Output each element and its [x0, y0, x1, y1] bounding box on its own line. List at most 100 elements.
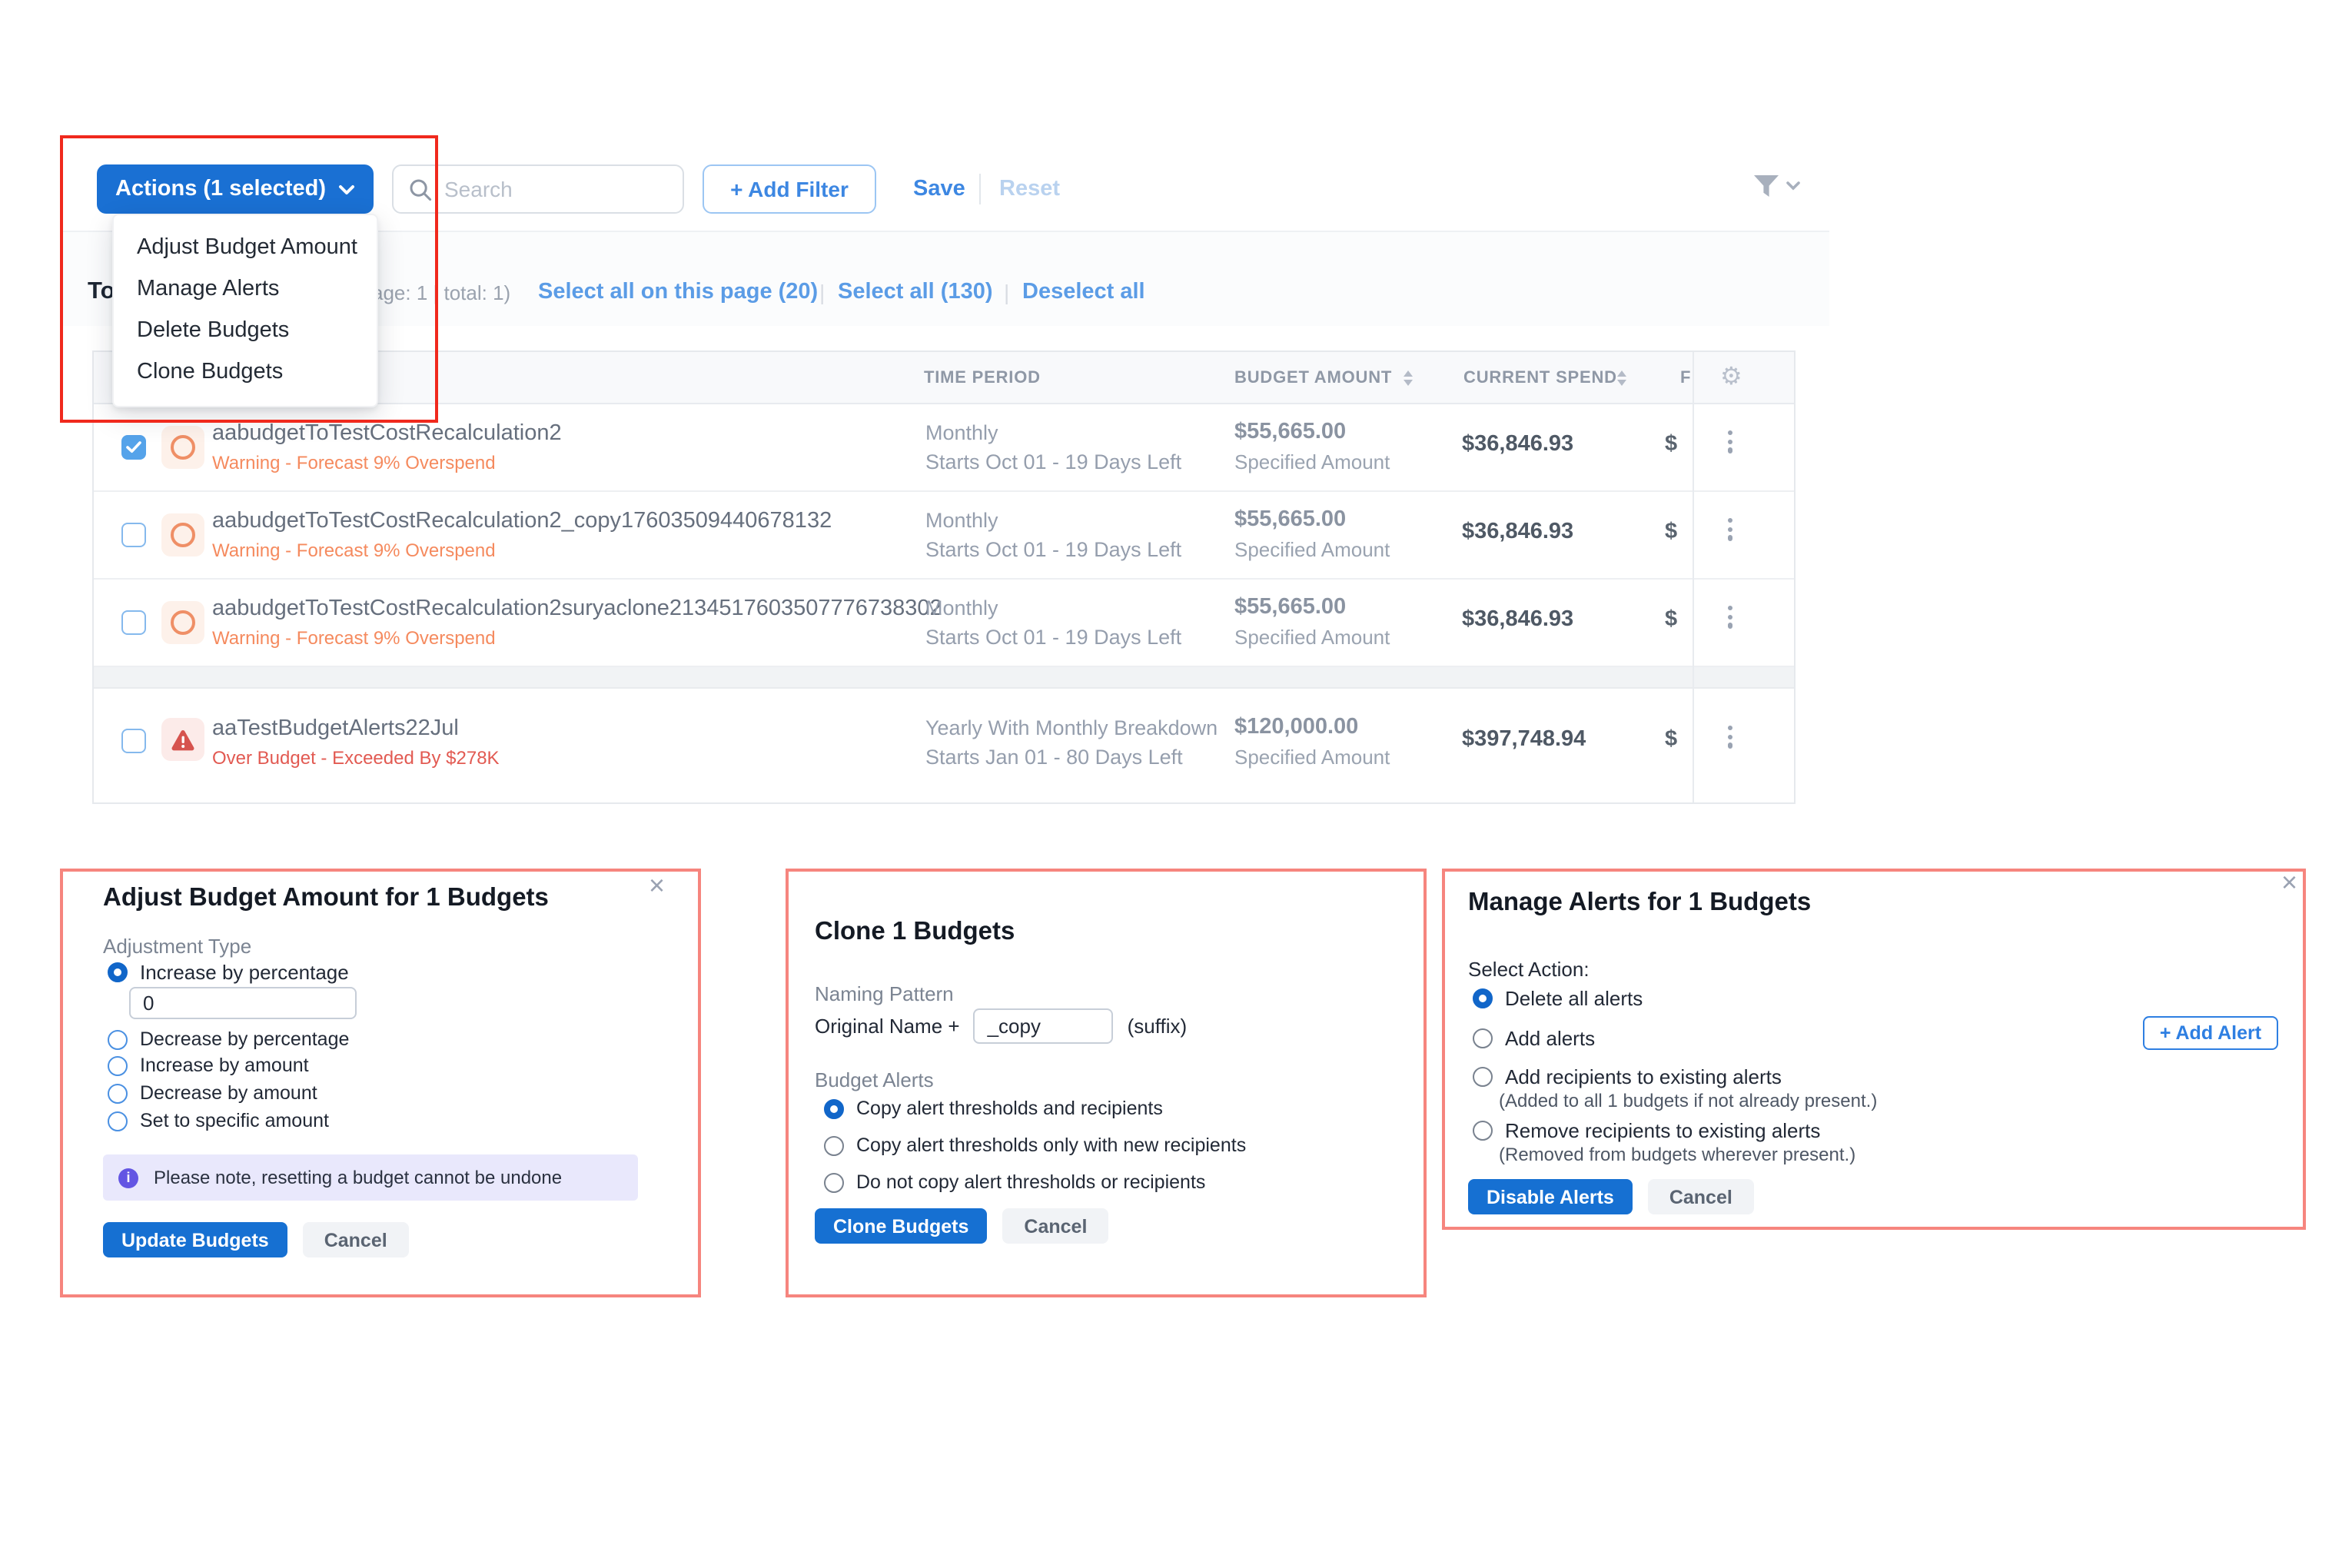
select-all-link[interactable]: Select all (130)	[838, 280, 993, 304]
menu-item-adjust-budget-amount[interactable]: Adjust Budget Amount	[114, 228, 377, 269]
budget-warning-status-icon	[161, 513, 204, 556]
row-checkbox-checked[interactable]	[121, 435, 146, 460]
menu-item-clone-budgets[interactable]: Clone Budgets	[114, 352, 377, 394]
time-period-detail: Starts Oct 01 - 19 Days Left	[925, 450, 1181, 473]
header-current-spend: CURRENT SPEND	[1463, 369, 1617, 387]
search-icon	[409, 178, 432, 201]
update-budgets-button[interactable]: Update Budgets	[103, 1222, 287, 1257]
budget-amount: $55,665.00	[1234, 420, 1346, 444]
forecast-truncated-value: $	[1665, 727, 1677, 752]
radio-add-recipients[interactable]: Add recipients to existing alerts	[1473, 1065, 1782, 1088]
budget-status-text: Warning - Forecast 9% Overspend	[212, 540, 496, 561]
current-spend: $36,846.93	[1462, 520, 1573, 544]
filter-funnel-button[interactable]	[1752, 174, 1800, 198]
budget-status-text: Warning - Forecast 9% Overspend	[212, 452, 496, 473]
radio-set-to-specific-amount[interactable]: Set to specific amount	[108, 1110, 329, 1131]
reset-filter-link[interactable]: Reset	[999, 177, 1060, 201]
table-row: aabudgetToTestCostRecalculation2 Warning…	[94, 404, 1794, 492]
radio-icon	[108, 1055, 128, 1075]
row-checkbox[interactable]	[121, 729, 146, 753]
forecast-truncated-value: $	[1665, 520, 1677, 544]
check-icon	[126, 441, 141, 453]
radio-icon	[108, 1083, 128, 1103]
sort-icon[interactable]	[1617, 370, 1626, 386]
radio-selected-icon	[108, 962, 128, 982]
budget-name: aabudgetToTestCostRecalculation2suryaclo…	[212, 596, 942, 621]
budget-amount: $120,000.00	[1234, 715, 1358, 739]
radio-decrease-by-amount[interactable]: Decrease by amount	[108, 1082, 317, 1104]
actions-dropdown-button[interactable]: Actions (1 selected)	[97, 164, 374, 214]
radio-copy-thresholds-new-recipients[interactable]: Copy alert thresholds only with new reci…	[824, 1134, 1246, 1156]
adjust-budget-dialog: × Adjust Budget Amount for 1 Budgets Adj…	[60, 869, 701, 1297]
radio-selected-icon	[1473, 988, 1493, 1008]
radio-increase-by-percentage[interactable]: Increase by percentage	[108, 961, 349, 984]
forecast-truncated-value: $	[1665, 607, 1677, 632]
save-filter-link[interactable]: Save	[913, 177, 965, 201]
radio-icon	[108, 1029, 128, 1049]
row-checkbox[interactable]	[121, 610, 146, 635]
percentage-input[interactable]	[129, 987, 357, 1019]
cancel-button[interactable]: Cancel	[1648, 1179, 1754, 1214]
page-info-label: age: 1 | total: 1)	[372, 281, 510, 304]
radio-increase-by-amount[interactable]: Increase by amount	[108, 1055, 309, 1076]
radio-do-not-copy-thresholds[interactable]: Do not copy alert thresholds or recipien…	[824, 1171, 1205, 1193]
radio-delete-all-alerts[interactable]: Delete all alerts	[1473, 987, 1643, 1010]
alert-triangle-icon	[171, 728, 195, 751]
cancel-button[interactable]: Cancel	[303, 1222, 409, 1257]
close-icon[interactable]: ×	[2281, 869, 2297, 896]
budget-name: aabudgetToTestCostRecalculation2_copy176…	[212, 509, 832, 533]
time-period-detail: Starts Jan 01 - 80 Days Left	[925, 746, 1183, 769]
manage-alerts-dialog: × Manage Alerts for 1 Budgets Select Act…	[1442, 869, 2306, 1230]
menu-item-manage-alerts[interactable]: Manage Alerts	[114, 269, 377, 311]
radio-remove-recipients[interactable]: Remove recipients to existing alerts	[1473, 1119, 1820, 1142]
add-filter-button[interactable]: + Add Filter	[703, 164, 876, 214]
cancel-button[interactable]: Cancel	[1002, 1208, 1108, 1244]
select-all-page-link[interactable]: Select all on this page (20)	[538, 280, 818, 304]
row-actions-menu-icon[interactable]	[1728, 518, 1732, 540]
radio-label: Increase by percentage	[140, 961, 349, 984]
close-icon[interactable]: ×	[649, 872, 665, 899]
time-period: Monthly	[925, 509, 998, 532]
time-period: Monthly	[925, 421, 998, 444]
chevron-down-icon	[338, 184, 355, 194]
select-action-label: Select Action:	[1468, 958, 1590, 981]
row-actions-menu-icon[interactable]	[1728, 430, 1732, 453]
search-input[interactable]	[444, 177, 667, 201]
dialog-title: Adjust Budget Amount for 1 Budgets	[103, 884, 549, 913]
sort-icon[interactable]	[1404, 370, 1413, 386]
table-row: aaTestBudgetAlerts22Jul Over Budget - Ex…	[94, 689, 1794, 802]
clone-budgets-button[interactable]: Clone Budgets	[815, 1208, 987, 1244]
time-period: Yearly With Monthly Breakdown	[925, 716, 1218, 739]
menu-item-delete-budgets[interactable]: Delete Budgets	[114, 311, 377, 352]
budget-overbudget-alert-icon	[161, 718, 204, 761]
budget-status-text: Over Budget - Exceeded By $278K	[212, 747, 500, 769]
link-divider: |	[819, 280, 825, 304]
deselect-all-link[interactable]: Deselect all	[1022, 280, 1145, 304]
suffix-input[interactable]	[974, 1008, 1114, 1044]
radio-add-alerts[interactable]: Add alerts	[1473, 1027, 1595, 1050]
row-actions-menu-icon[interactable]	[1728, 606, 1732, 628]
current-spend: $36,846.93	[1462, 607, 1573, 632]
budget-amount-type: Specified Amount	[1234, 538, 1390, 561]
budget-amount-type: Specified Amount	[1234, 626, 1390, 649]
budget-amount-type: Specified Amount	[1234, 746, 1390, 769]
disable-alerts-button[interactable]: Disable Alerts	[1468, 1179, 1633, 1214]
radio-copy-thresholds-and-recipients[interactable]: Copy alert thresholds and recipients	[824, 1098, 1163, 1119]
row-actions-menu-icon[interactable]	[1728, 726, 1732, 748]
radio-decrease-by-percentage[interactable]: Decrease by percentage	[108, 1028, 349, 1050]
budgets-page: Actions (1 selected) Adjust Budget Amoun…	[0, 0, 2352, 1568]
add-alert-button[interactable]: + Add Alert	[2143, 1016, 2278, 1050]
budget-status-text: Warning - Forecast 9% Overspend	[212, 627, 496, 649]
link-divider: |	[1004, 280, 1009, 304]
radio-icon	[824, 1172, 844, 1192]
dialog-title: Manage Alerts for 1 Budgets	[1468, 889, 1811, 918]
actions-button-label: Actions (1 selected)	[115, 177, 326, 201]
radio-selected-icon	[824, 1098, 844, 1118]
radio-label: Set to specific amount	[140, 1110, 329, 1131]
toolbar-divider	[979, 174, 981, 204]
time-period-detail: Starts Oct 01 - 19 Days Left	[925, 626, 1181, 649]
column-settings-gear-icon[interactable]: ⚙	[1720, 361, 1742, 392]
radio-icon	[824, 1135, 844, 1155]
row-checkbox[interactable]	[121, 523, 146, 547]
table-row: aabudgetToTestCostRecalculation2suryaclo…	[94, 580, 1794, 667]
